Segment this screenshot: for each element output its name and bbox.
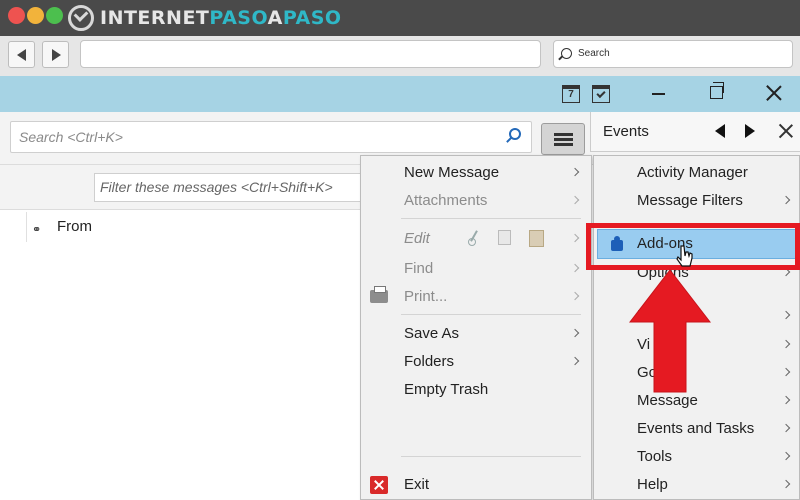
menu-divider <box>401 314 581 315</box>
hamburger-line <box>554 133 573 136</box>
previous-arrow-icon[interactable] <box>715 124 725 138</box>
menu-item-find[interactable]: Find <box>361 256 593 282</box>
menu-item-save-as[interactable]: Save As <box>361 321 593 347</box>
close-window-button[interactable] <box>8 7 25 24</box>
hamburger-line <box>554 138 573 141</box>
app-menu-button[interactable] <box>541 123 585 155</box>
menu-item-new-message[interactable]: New Message <box>361 160 593 186</box>
menu-divider <box>401 456 581 457</box>
menu-item-label: Save As <box>404 325 460 342</box>
menu-item-label: Print... <box>404 288 448 305</box>
mouse-pointer-icon <box>676 245 693 267</box>
chevron-right-icon <box>570 263 580 273</box>
logo-text-part2: PASO <box>209 7 268 29</box>
menu-item-label: Events and Tasks <box>637 420 755 437</box>
column-divider[interactable] <box>26 212 27 242</box>
browser-search-placeholder: Search <box>578 48 610 59</box>
chevron-right-icon <box>781 451 791 461</box>
menu-item-label: Help <box>637 476 668 493</box>
chevron-right-icon <box>570 291 580 301</box>
logo-text-part1: INTERNET <box>100 7 210 29</box>
browser-titlebar: INTERNETPASOAPASO <box>0 0 800 36</box>
menu-item-label: Tools <box>637 448 673 465</box>
menu-item-events-and-tasks[interactable]: Events and Tasks <box>594 415 800 443</box>
paste-icon[interactable] <box>529 230 544 247</box>
browser-navbar: Search <box>0 36 800 76</box>
minimize-window-button[interactable] <box>27 7 44 24</box>
chevron-right-icon <box>781 423 791 433</box>
menu-item-label: Folders <box>404 353 455 370</box>
app-menu: New Message Attachments Edit Find Print.… <box>360 155 592 500</box>
tasks-icon[interactable] <box>592 85 610 103</box>
cut-icon[interactable] <box>466 230 484 248</box>
next-arrow-icon[interactable] <box>745 124 755 138</box>
chevron-right-icon <box>570 233 580 243</box>
menu-item-label: Activity Manager <box>637 164 748 181</box>
chevron-right-icon <box>781 310 791 320</box>
menu-item-empty-trash[interactable]: Empty Trash <box>361 377 593 403</box>
close-pane-icon[interactable] <box>778 123 794 139</box>
browser-search-input[interactable]: Search <box>553 40 793 68</box>
site-logo: INTERNETPASOAPASO <box>68 5 342 31</box>
address-bar[interactable] <box>80 40 541 68</box>
forward-button[interactable] <box>42 41 69 68</box>
logo-text-part3: A <box>267 7 283 29</box>
menu-item-activity-manager[interactable]: Activity Manager <box>594 159 800 187</box>
exit-icon <box>370 476 388 494</box>
menu-item-edit[interactable]: Edit <box>361 226 593 252</box>
menu-item-label: Edit <box>404 230 430 247</box>
menu-item-label: Find <box>404 260 434 277</box>
chevron-right-icon <box>781 479 791 489</box>
chevron-right-icon <box>781 339 791 349</box>
menu-item-label: Exit <box>404 476 430 493</box>
back-button[interactable] <box>8 41 35 68</box>
minimize-icon[interactable] <box>652 93 665 95</box>
app-titlebar: 7 <box>0 76 800 112</box>
menu-item-help[interactable]: Help <box>594 471 800 499</box>
chevron-right-icon <box>781 195 791 205</box>
search-input[interactable]: Search <Ctrl+K> <box>10 121 532 153</box>
chevron-right-icon <box>570 328 580 338</box>
chevron-right-icon <box>781 395 791 405</box>
hamburger-line <box>554 143 573 146</box>
filter-messages-input[interactable]: Filter these messages <Ctrl+Shift+K> <box>94 173 394 202</box>
chevron-right-icon <box>781 367 791 377</box>
maximize-window-button[interactable] <box>46 7 63 24</box>
back-arrow-icon <box>17 49 26 61</box>
printer-icon <box>370 286 388 303</box>
logo-check-icon <box>68 5 94 31</box>
menu-divider <box>401 218 581 219</box>
search-icon <box>561 48 572 59</box>
menu-item-label: Empty Trash <box>404 381 489 398</box>
search-icon[interactable] <box>509 128 521 140</box>
menu-item-label: Attachments <box>404 192 488 209</box>
chevron-right-icon <box>570 167 580 177</box>
menu-item-attachments[interactable]: Attachments <box>361 188 593 214</box>
menu-item-message-filters[interactable]: Message Filters <box>594 187 800 215</box>
events-pane-header: Events <box>590 112 800 152</box>
thread-icon[interactable]: ⚭ <box>32 223 41 236</box>
menu-item-folders[interactable]: Folders <box>361 349 593 375</box>
logo-text-part4: PASO <box>282 7 342 29</box>
chevron-right-icon <box>570 356 580 366</box>
annotation-arrow-icon <box>628 269 712 393</box>
column-from[interactable]: From <box>57 218 92 235</box>
copy-icon[interactable] <box>498 230 511 245</box>
forward-arrow-icon <box>52 49 61 61</box>
menu-item-label: New Message <box>404 164 500 181</box>
chevron-right-icon <box>570 195 580 205</box>
menu-item-tools[interactable]: Tools <box>594 443 800 471</box>
close-icon[interactable] <box>765 84 783 102</box>
menu-item-print[interactable]: Print... <box>361 284 593 310</box>
events-title: Events <box>603 123 649 140</box>
menu-item-exit[interactable]: Exit <box>361 472 593 498</box>
menu-item-label: Message Filters <box>637 192 743 209</box>
calendar-icon[interactable]: 7 <box>562 85 580 103</box>
restore-icon[interactable] <box>710 82 724 99</box>
